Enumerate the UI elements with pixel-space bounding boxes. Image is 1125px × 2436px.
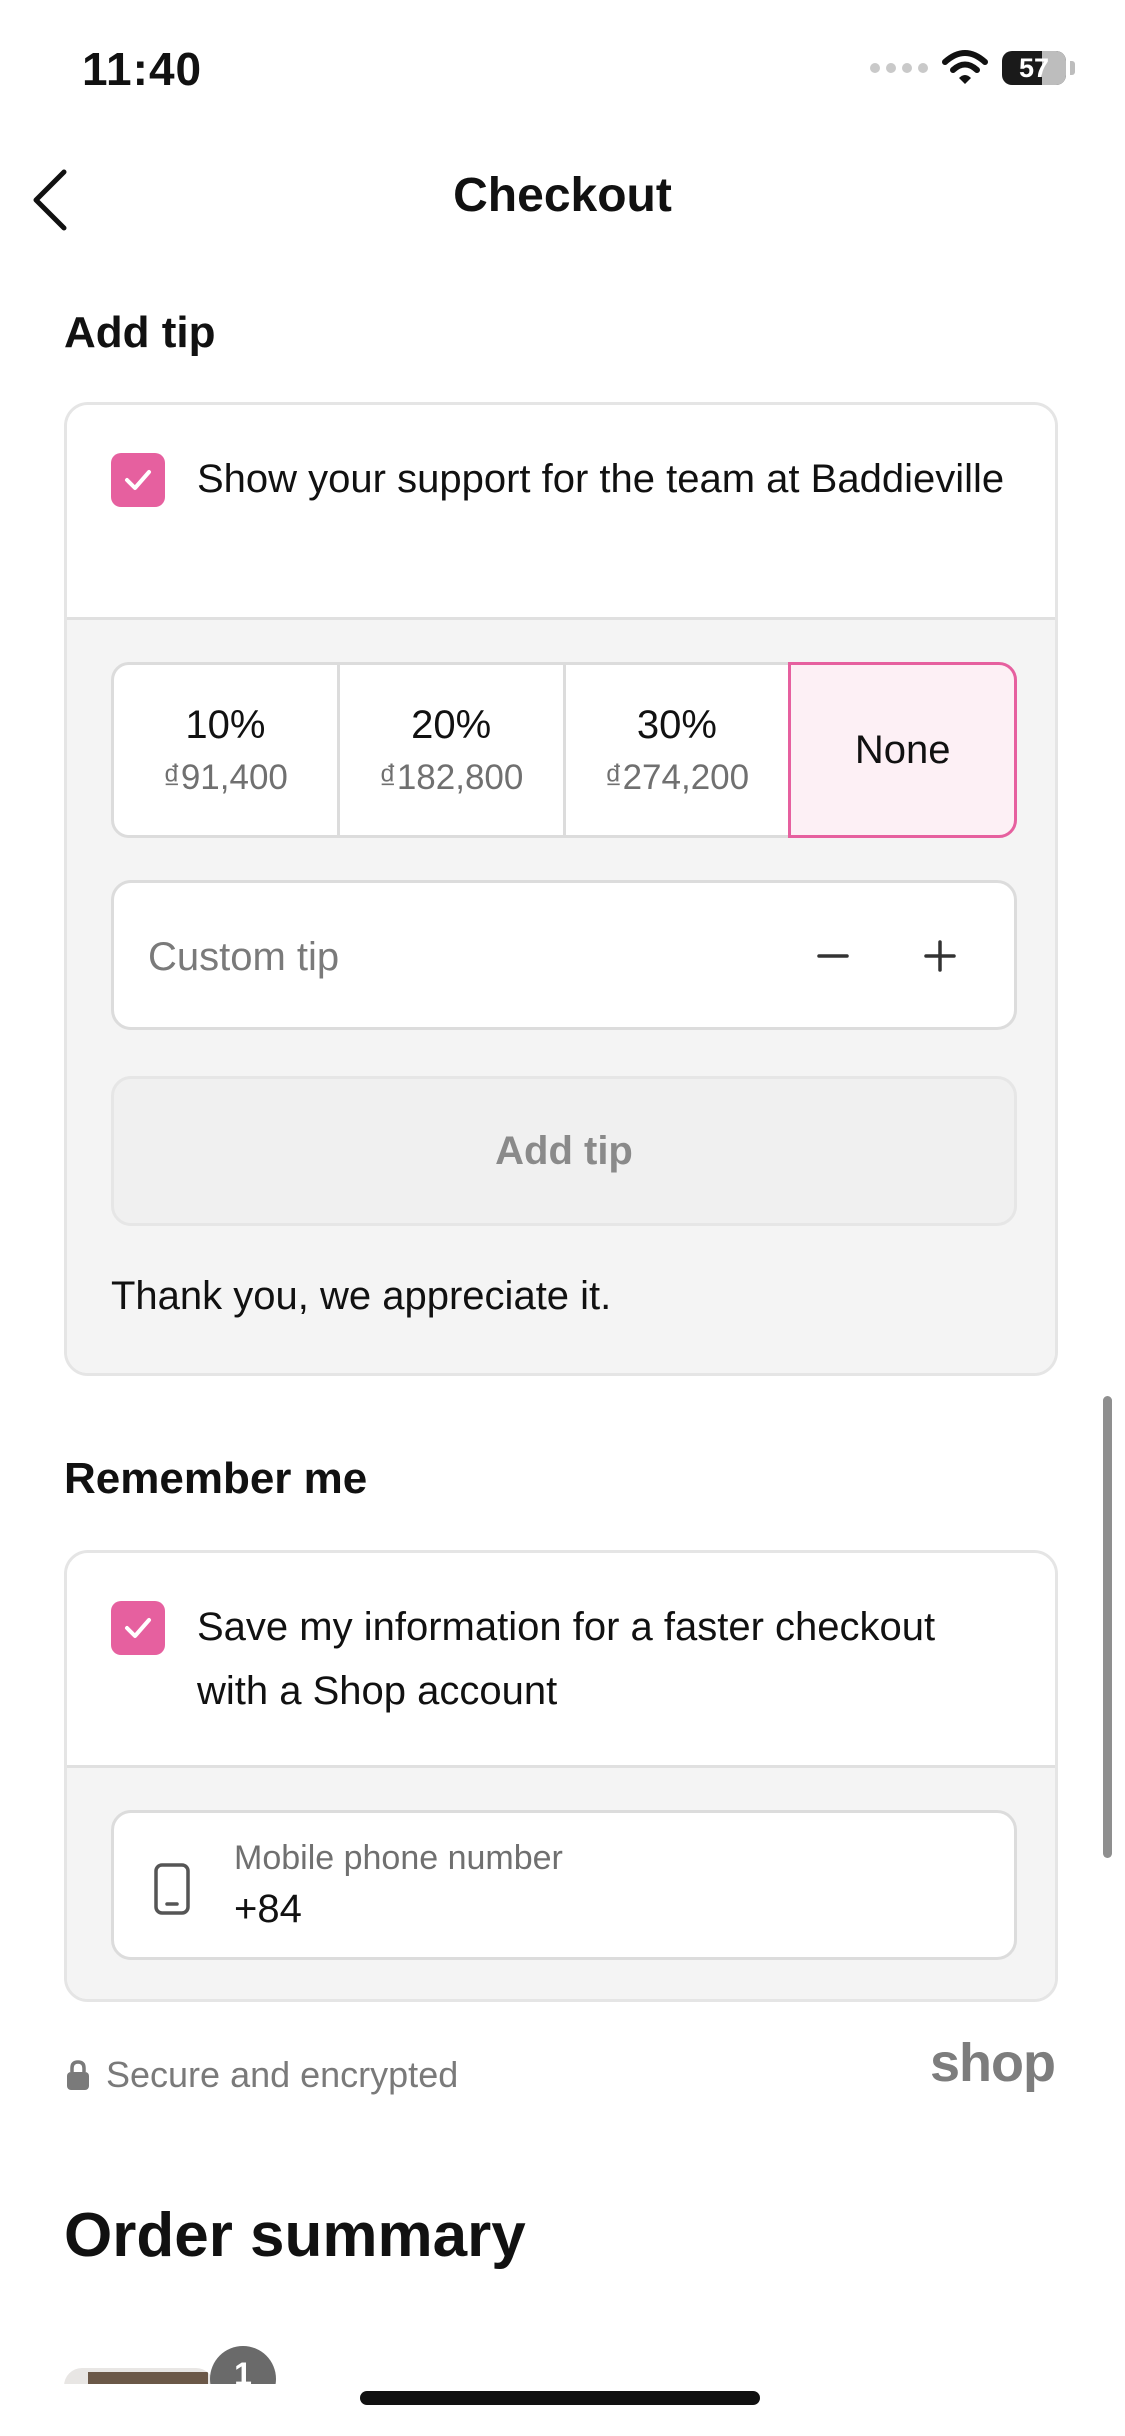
custom-tip-input[interactable] bbox=[146, 919, 790, 995]
scrollbar[interactable] bbox=[1103, 1396, 1112, 1858]
secure-notice: Secure and encrypted bbox=[64, 2054, 458, 2096]
remember-me-checkbox[interactable] bbox=[111, 1601, 165, 1655]
tip-option-10[interactable]: 10% ₫91,400 bbox=[111, 662, 340, 838]
status-time: 11:40 bbox=[82, 43, 203, 95]
tip-section-title: Add tip bbox=[64, 308, 216, 357]
tip-support-row[interactable]: Show your support for the team at Baddie… bbox=[67, 405, 1055, 617]
tip-option-percent: 20% bbox=[411, 702, 492, 747]
shop-logo: shop bbox=[930, 2033, 1056, 2093]
nav-bar: Checkout bbox=[0, 140, 1125, 250]
checkmark-icon bbox=[125, 1618, 151, 1638]
order-summary-title: Order summary bbox=[64, 2201, 526, 2270]
wifi-icon bbox=[942, 50, 988, 84]
tip-option-percent: 30% bbox=[636, 702, 717, 747]
remember-me-row[interactable]: Save my information for a faster checkou… bbox=[67, 1553, 1055, 1765]
remember-card: Save my information for a faster checkou… bbox=[64, 1550, 1058, 2002]
tip-option-amount: ₫91,400 bbox=[162, 757, 288, 797]
mobile-phone-icon bbox=[154, 1863, 190, 1915]
tip-option-amount: ₫182,800 bbox=[378, 757, 524, 797]
increase-tip-button[interactable] bbox=[908, 924, 972, 988]
lock-icon bbox=[67, 2060, 89, 2090]
secure-text: Secure and encrypted bbox=[106, 2054, 459, 2095]
home-indicator bbox=[360, 2391, 760, 2405]
battery-icon: 57 bbox=[1002, 51, 1066, 85]
status-bar: 11:40 57 bbox=[0, 0, 1125, 130]
battery-level: 57 bbox=[1018, 53, 1050, 83]
phone-number-label: Mobile phone number bbox=[234, 1839, 563, 1877]
tip-thanks-message: Thank you, we appreciate it. bbox=[111, 1274, 612, 1318]
tip-card: Show your support for the team at Baddie… bbox=[64, 402, 1058, 1376]
checkmark-icon bbox=[125, 470, 151, 490]
decrease-tip-button[interactable] bbox=[801, 924, 865, 988]
remember-me-label: Save my information for a faster checkou… bbox=[197, 1605, 936, 1713]
tip-option-percent: 10% bbox=[185, 702, 266, 747]
tip-option-amount: ₫274,200 bbox=[604, 757, 750, 797]
tip-support-checkbox[interactable] bbox=[111, 453, 165, 507]
phone-number-value[interactable]: +84 bbox=[234, 1887, 302, 1932]
remember-me-panel: Mobile phone number +84 bbox=[67, 1765, 1055, 1999]
tip-option-none-label: None bbox=[854, 727, 951, 772]
tip-option-30[interactable]: 30% ₫274,200 bbox=[562, 662, 792, 838]
cellular-signal-icon bbox=[870, 63, 928, 73]
minus-icon bbox=[817, 954, 849, 958]
custom-tip-field bbox=[111, 880, 1017, 1030]
tip-option-20[interactable]: 20% ₫182,800 bbox=[336, 662, 566, 838]
tip-options: 10% ₫91,400 20% ₫182,800 30% ₫274,200 No… bbox=[111, 662, 1017, 838]
plus-icon bbox=[924, 940, 956, 972]
phone-number-field[interactable]: Mobile phone number +84 bbox=[111, 1810, 1017, 1960]
status-icons: 57 bbox=[870, 48, 1075, 88]
add-tip-button[interactable]: Add tip bbox=[111, 1076, 1017, 1226]
battery-tip bbox=[1070, 61, 1075, 75]
tip-options-panel: 10% ₫91,400 20% ₫182,800 30% ₫274,200 No… bbox=[67, 617, 1055, 1373]
tip-support-label: Show your support for the team at Baddie… bbox=[197, 457, 1005, 501]
remember-section-title: Remember me bbox=[64, 1454, 368, 1503]
tip-option-none[interactable]: None bbox=[788, 662, 1017, 838]
page-title: Checkout bbox=[453, 169, 672, 222]
